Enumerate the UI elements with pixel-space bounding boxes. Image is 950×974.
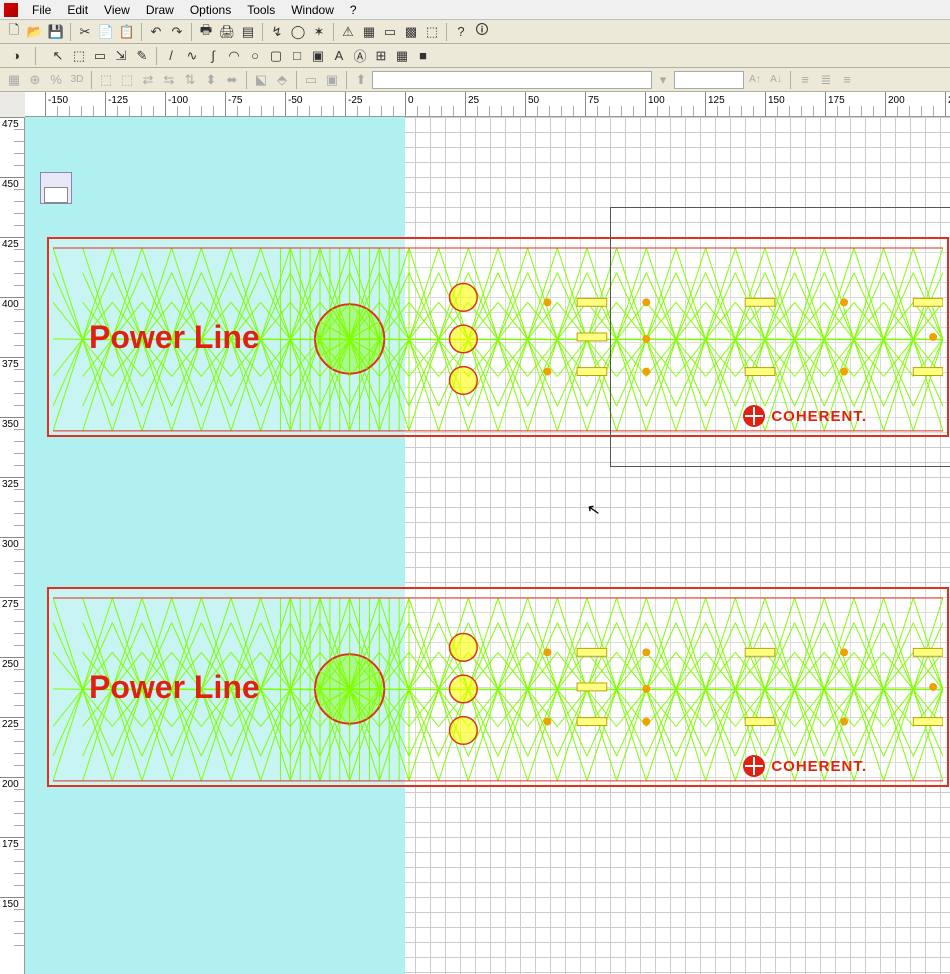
ruler-horizontal: -150-125-100-75-50-250255075100125150175… [25, 92, 950, 117]
new-button[interactable]: 🗋 [4, 22, 24, 42]
page-button[interactable]: ▤ [238, 22, 258, 42]
rrect-button[interactable]: ▢ [266, 46, 286, 66]
font-inc[interactable]: A↑ [745, 70, 765, 90]
curve-button[interactable]: ↯ [267, 22, 287, 42]
help-button[interactable]: ? [451, 22, 471, 42]
warn-button[interactable]: ⚠ [338, 22, 358, 42]
align-3[interactable]: ⇄ [138, 70, 158, 90]
al-c[interactable]: ≣ [816, 70, 836, 90]
group-button[interactable]: ⬚ [422, 22, 442, 42]
rect-button[interactable]: ▭ [380, 22, 400, 42]
paste-button[interactable]: 📋 [117, 22, 137, 42]
save-button[interactable]: 💾 [46, 22, 66, 42]
flip-v[interactable]: ⬘ [272, 70, 292, 90]
star-button[interactable]: ✶ [309, 22, 329, 42]
ruler-vertical: 4754504254003753503253002752502252001751… [0, 117, 25, 974]
arc-button[interactable]: ◠ [224, 46, 244, 66]
line-button[interactable]: / [161, 46, 181, 66]
oval-button[interactable]: ○ [245, 46, 265, 66]
info-button[interactable]: 🛈 [472, 22, 492, 42]
align-5[interactable]: ⇅ [180, 70, 200, 90]
menu-window[interactable]: Window [283, 1, 342, 19]
menu-tools[interactable]: Tools [239, 1, 283, 19]
object-name-input[interactable] [372, 71, 652, 89]
flip-h[interactable]: ⬕ [251, 70, 271, 90]
font-dec[interactable]: A↓ [766, 70, 786, 90]
menu-draw[interactable]: Draw [138, 1, 182, 19]
align-2[interactable]: ⬚ [117, 70, 137, 90]
prop-btn-3d[interactable]: 3D [67, 70, 87, 90]
canvas[interactable]: Power Line COHERENT. Power Line COHERENT… [25, 117, 950, 974]
redo-button[interactable]: ↷ [167, 22, 187, 42]
menu-edit[interactable]: Edit [59, 1, 96, 19]
spline-button[interactable]: ∫ [203, 46, 223, 66]
design-panel-2[interactable]: Power Line COHERENT. [47, 587, 949, 787]
img-button[interactable]: ▣ [308, 46, 328, 66]
cut-button[interactable]: ✂ [75, 22, 95, 42]
toolbar-draw: ◑ ↖⬚▭⇲✎ /∿∫◠○▢□▣AⒶ⊞▦■ [0, 44, 950, 68]
toolbar-properties: ▦ ⊕ % 3D ⬚ ⬚ ⇄ ⇆ ⇅ ⬍ ⬌ ⬕ ⬘ ▭ ▣ ⬆ ▾ A↑ A↓… [0, 68, 950, 92]
coherent-logo-icon [743, 405, 765, 427]
menu-bar: File Edit View Draw Options Tools Window… [0, 0, 950, 20]
panel-1-logo: COHERENT. [743, 405, 867, 427]
sq-button[interactable]: ■ [413, 46, 433, 66]
page-thumbnail[interactable] [40, 172, 72, 204]
color-button[interactable]: ◑ [6, 46, 26, 66]
toolbar-standard: 🗋📂💾 ✂📄📋 ↶↷ 🖶🖨▤ ↯◯✶ ⚠▦▭▩⬚?🛈 [0, 20, 950, 44]
order-1[interactable]: ⬆ [351, 70, 371, 90]
undo-button[interactable]: ↶ [146, 22, 166, 42]
align-6[interactable]: ⬍ [201, 70, 221, 90]
group-1[interactable]: ▭ [301, 70, 321, 90]
prop-btn-3[interactable]: % [46, 70, 66, 90]
open-button[interactable]: 📂 [25, 22, 45, 42]
square-button[interactable]: □ [287, 46, 307, 66]
arrow-button[interactable]: ↖ [48, 46, 68, 66]
panel-1-label: Power Line [89, 319, 260, 356]
menu-file[interactable]: File [24, 1, 59, 19]
at-button[interactable]: Ⓐ [350, 46, 370, 66]
align-4[interactable]: ⇆ [159, 70, 179, 90]
align-1[interactable]: ⬚ [96, 70, 116, 90]
prop-btn-2[interactable]: ⊕ [25, 70, 45, 90]
design-panel-1[interactable]: Power Line COHERENT. [47, 237, 949, 437]
coherent-logo-icon [743, 755, 765, 777]
print-button[interactable]: 🖶 [196, 22, 216, 42]
crop-button[interactable]: ⬚ [69, 46, 89, 66]
grid2-button[interactable]: ⊞ [371, 46, 391, 66]
menu-options[interactable]: Options [182, 1, 239, 19]
circle-button[interactable]: ◯ [288, 22, 308, 42]
coherent-logo-text: COHERENT. [771, 758, 867, 775]
layer-button[interactable]: ▦ [359, 22, 379, 42]
node-button[interactable]: ✎ [132, 46, 152, 66]
prop-btn-1[interactable]: ▦ [4, 70, 24, 90]
grid-button[interactable]: ▩ [401, 22, 421, 42]
menu-view[interactable]: View [96, 1, 138, 19]
preview-button[interactable]: 🖨 [217, 22, 237, 42]
coherent-logo-text: COHERENT. [771, 408, 867, 425]
al-l[interactable]: ≡ [795, 70, 815, 90]
al-r[interactable]: ≡ [837, 70, 857, 90]
size-button[interactable]: ⇲ [111, 46, 131, 66]
group-2[interactable]: ▣ [322, 70, 342, 90]
dd-1[interactable]: ▾ [653, 70, 673, 90]
panel-2-logo: COHERENT. [743, 755, 867, 777]
copy-button[interactable]: 📄 [96, 22, 116, 42]
menu-help[interactable]: ? [342, 1, 365, 19]
align-7[interactable]: ⬌ [222, 70, 242, 90]
size-input-1[interactable] [674, 71, 744, 89]
tbl-button[interactable]: ▦ [392, 46, 412, 66]
text-button[interactable]: A [329, 46, 349, 66]
app-icon [4, 3, 18, 17]
panel-2-label: Power Line [89, 669, 260, 706]
wave-button[interactable]: ∿ [182, 46, 202, 66]
rect2-button[interactable]: ▭ [90, 46, 110, 66]
